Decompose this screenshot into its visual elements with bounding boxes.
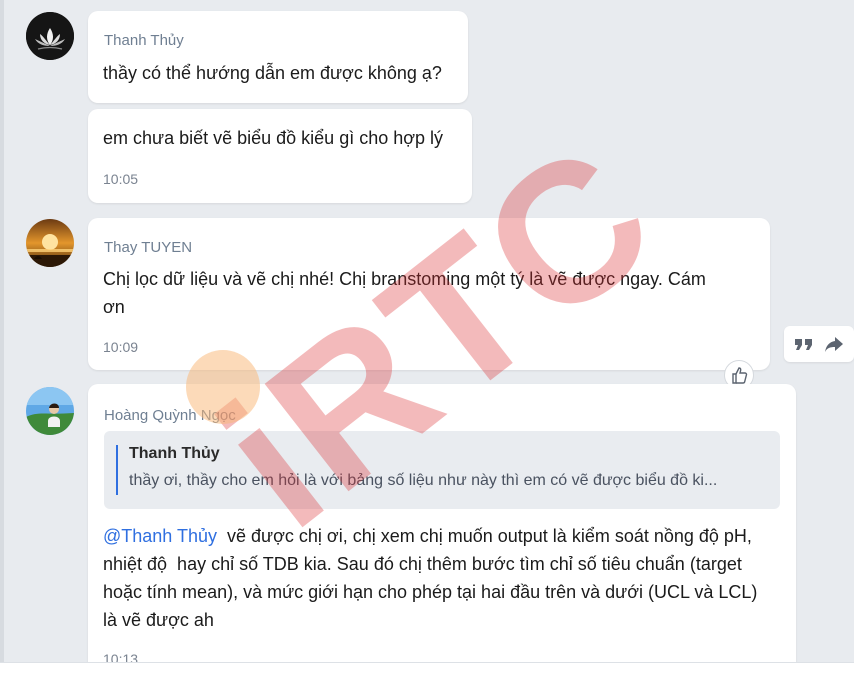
quote-icon[interactable] [793, 333, 815, 355]
message-bubble-3[interactable]: Hoàng Quỳnh Ngọc Thanh Thủy thầy ơi, thầ… [88, 384, 796, 674]
lotus-avatar-icon[interactable] [26, 12, 74, 60]
message-bubble-1b[interactable]: em chưa biết vẽ biểu đồ kiểu gì cho hợp … [88, 109, 472, 203]
message-text-line: là vẽ được ah [103, 610, 214, 630]
message-bubble-2[interactable]: Thay TUYEN Chị lọc dữ liệu và vẽ chị nhé… [88, 218, 770, 370]
message-text: vẽ được chị ơi, chị xem chị muốn output … [217, 526, 752, 546]
forward-icon[interactable] [823, 333, 845, 355]
message-time: 10:05 [103, 171, 139, 187]
person-avatar-icon[interactable] [26, 387, 74, 435]
message-text-line: ơn [103, 297, 125, 317]
composer-bar [0, 662, 854, 678]
quote-author: Thanh Thủy [129, 445, 220, 462]
message-text-line: nhiệt độ hay chỉ số TDB kia. Sau đó chị … [103, 554, 742, 574]
message-text-line: hoặc tính mean), và mức giới hạn cho phé… [103, 582, 758, 602]
message-text-line: Chị lọc dữ liệu và vẽ chị nhé! Chị brans… [103, 269, 706, 289]
message-actions [784, 326, 854, 362]
message-text-line: @Thanh Thủy vẽ được chị ơi, chị xem chị … [103, 522, 752, 550]
sender-name[interactable]: Thanh Thủy [104, 32, 184, 49]
message-time: 10:09 [103, 339, 139, 355]
mention-link[interactable]: @Thanh Thủy [103, 526, 217, 546]
quoted-message[interactable]: Thanh Thủy thầy ơi, thầy cho em hỏi là v… [104, 431, 780, 509]
sender-name[interactable]: Hoàng Quỳnh Ngọc [104, 407, 236, 424]
sender-name[interactable]: Thay TUYEN [104, 239, 192, 256]
sunset-avatar-icon[interactable] [26, 219, 74, 267]
message-bubble-1a[interactable]: Thanh Thủy thầy có thể hướng dẫn em được… [88, 11, 468, 103]
left-edge-strip [0, 0, 4, 678]
quote-text: thầy ơi, thầy cho em hỏi là với bảng số … [129, 472, 718, 489]
message-text: em chưa biết vẽ biểu đồ kiểu gì cho hợp … [103, 128, 444, 148]
message-text: thầy có thể hướng dẫn em được không ạ? [103, 63, 442, 83]
quote-accent-bar [116, 445, 118, 495]
